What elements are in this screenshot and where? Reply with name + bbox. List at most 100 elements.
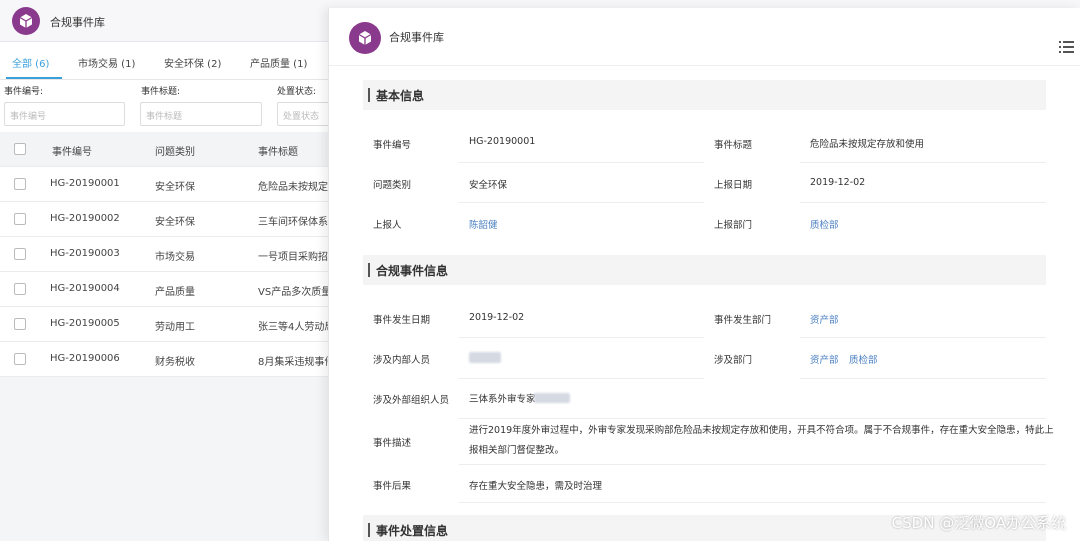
event-detail-panel: 合规事件库 基本信息 事件编号 HG-20190001 事件标题 危险品未按规定… [328, 8, 1080, 541]
field-divider [459, 378, 704, 379]
label-report-date: 上报日期 [714, 180, 753, 191]
value-description: 进行2019年度外审过程中，外审专家发现采购部危险品未按规定存放和使用，开具不符… [469, 425, 1054, 456]
value-external-staff: 三体系外审专家 [469, 394, 536, 405]
row-checkbox[interactable] [14, 318, 26, 330]
section-basic-title: 基本信息 [376, 89, 425, 103]
field-divider [459, 202, 704, 203]
row-event-no: HG-20190005 [50, 318, 120, 329]
value-category: 安全环保 [469, 180, 508, 191]
section-marker [368, 88, 370, 102]
filter-bar: 事件编号: 事件编号 事件标题: 事件标题 处置状态: 处置状态 [0, 80, 337, 132]
row-checkbox[interactable] [14, 283, 26, 295]
field-divider [459, 502, 1046, 503]
list-icon[interactable] [1059, 40, 1075, 54]
tab-market-trade[interactable]: 市场交易 (1) [78, 55, 135, 70]
row-event-no: HG-20190004 [50, 283, 120, 294]
row-checkbox[interactable] [14, 248, 26, 260]
section-compliance-info: 合规事件信息 [363, 255, 1046, 285]
section-marker [368, 523, 370, 537]
row-title[interactable]: 危险品未按规定存 [258, 178, 328, 193]
label-external-staff: 涉及外部组织人员 [373, 395, 450, 406]
tab-safety-env[interactable]: 安全环保 (2) [164, 55, 221, 70]
label-event-no: 事件编号 [373, 140, 412, 151]
value-involved-dept-2-link[interactable]: 质检部 [849, 352, 878, 366]
field-divider [800, 202, 1046, 203]
label-description: 事件描述 [373, 438, 412, 449]
row-checkbox[interactable] [14, 353, 26, 365]
field-divider [800, 162, 1046, 163]
redacted-internal-staff [469, 352, 501, 363]
field-divider [459, 418, 1046, 419]
value-report-dept-link[interactable]: 质检部 [810, 217, 839, 231]
col-header-event-no[interactable]: 事件编号 [52, 143, 92, 158]
row-event-no: HG-20190003 [50, 248, 120, 259]
table-row[interactable]: HG-20190005 劳动用工 张三等4人劳动局 [0, 307, 330, 342]
label-reporter: 上报人 [373, 220, 402, 231]
label-involved-dept: 涉及部门 [714, 355, 753, 366]
row-category: 产品质量 [155, 287, 195, 298]
table-row[interactable]: HG-20190006 财务税收 8月集采违规事件 [0, 342, 330, 377]
row-category: 市场交易 [155, 252, 195, 263]
tab-product-quality[interactable]: 产品质量 (1) [250, 55, 307, 70]
label-category: 问题类别 [373, 180, 412, 191]
table-row[interactable]: HG-20190003 市场交易 一号项目采购招 [0, 237, 330, 272]
section-marker [368, 263, 370, 277]
row-title[interactable]: 一号项目采购招 [258, 248, 328, 263]
filter-label-event-no: 事件编号: [4, 87, 44, 97]
row-checkbox[interactable] [14, 178, 26, 190]
select-all-checkbox[interactable] [14, 143, 26, 155]
row-category: 劳动用工 [155, 322, 195, 333]
label-occur-dept: 事件发生部门 [714, 315, 772, 326]
value-involved-dept-1-link[interactable]: 资产部 [810, 352, 839, 366]
row-title[interactable]: 8月集采违规事件 [258, 353, 328, 368]
row-event-no: HG-20190006 [50, 353, 120, 364]
row-event-no: HG-20190002 [50, 213, 120, 224]
table-row[interactable]: HG-20190004 产品质量 VS产品多次质量 [0, 272, 330, 307]
table-header-row: 事件编号 问题类别 事件标题 [0, 132, 330, 167]
value-occur-date: 2019-12-02 [469, 312, 525, 323]
row-category: 财务税收 [155, 357, 195, 368]
label-internal-staff: 涉及内部人员 [373, 355, 431, 366]
tab-all[interactable]: 全部 (6) [12, 55, 49, 70]
value-event-no: HG-20190001 [469, 136, 536, 147]
panel-header: 合规事件库 [329, 8, 1080, 66]
redacted-external-staff [534, 393, 570, 403]
section-handling-title: 事件处置信息 [376, 524, 449, 538]
field-divider [800, 378, 1046, 379]
value-event-title: 危险品未按规定存放和使用 [810, 139, 925, 150]
label-occur-date: 事件发生日期 [373, 315, 431, 326]
field-divider [459, 337, 704, 338]
row-event-no: HG-20190001 [50, 178, 120, 189]
table-row[interactable]: HG-20190001 安全环保 危险品未按规定存 [0, 167, 330, 202]
col-header-category[interactable]: 问题类别 [155, 143, 195, 158]
filter-label-event-title: 事件标题: [141, 87, 181, 97]
row-title[interactable]: VS产品多次质量 [258, 283, 328, 298]
value-reporter-link[interactable]: 陈韶健 [469, 217, 498, 231]
section-compliance-title: 合规事件信息 [376, 264, 449, 278]
list-app-title: 合规事件库 [50, 16, 105, 29]
label-report-dept: 上报部门 [714, 220, 753, 231]
label-event-title: 事件标题 [714, 140, 753, 151]
field-divider [459, 464, 1046, 465]
category-tabs: 全部 (6) 市场交易 (1) 安全环保 (2) 产品质量 (1) [0, 42, 330, 80]
field-divider [800, 337, 1046, 338]
event-title-filter-input[interactable]: 事件标题 [140, 102, 262, 126]
row-category: 安全环保 [155, 217, 195, 228]
filter-label-status: 处置状态: [277, 87, 317, 97]
value-consequence: 存在重大安全隐患，需及时治理 [469, 481, 603, 492]
row-title[interactable]: 张三等4人劳动局 [258, 318, 328, 333]
section-basic-info: 基本信息 [363, 80, 1046, 110]
row-checkbox[interactable] [14, 213, 26, 225]
row-category: 安全环保 [155, 182, 195, 193]
watermark: CSDN @泛微OA办公系统 [891, 514, 1066, 532]
active-tab-indicator [6, 77, 62, 79]
table-row[interactable]: HG-20190002 安全环保 三车间环保体系 [0, 202, 330, 237]
panel-title: 合规事件库 [389, 31, 444, 44]
row-title[interactable]: 三车间环保体系 [258, 213, 328, 228]
value-report-date: 2019-12-02 [810, 177, 866, 188]
col-header-title[interactable]: 事件标题 [258, 143, 328, 158]
event-no-filter-input[interactable]: 事件编号 [4, 102, 125, 126]
panel-logo-icon [349, 22, 381, 54]
value-occur-dept-link[interactable]: 资产部 [810, 312, 839, 326]
field-divider [459, 162, 704, 163]
